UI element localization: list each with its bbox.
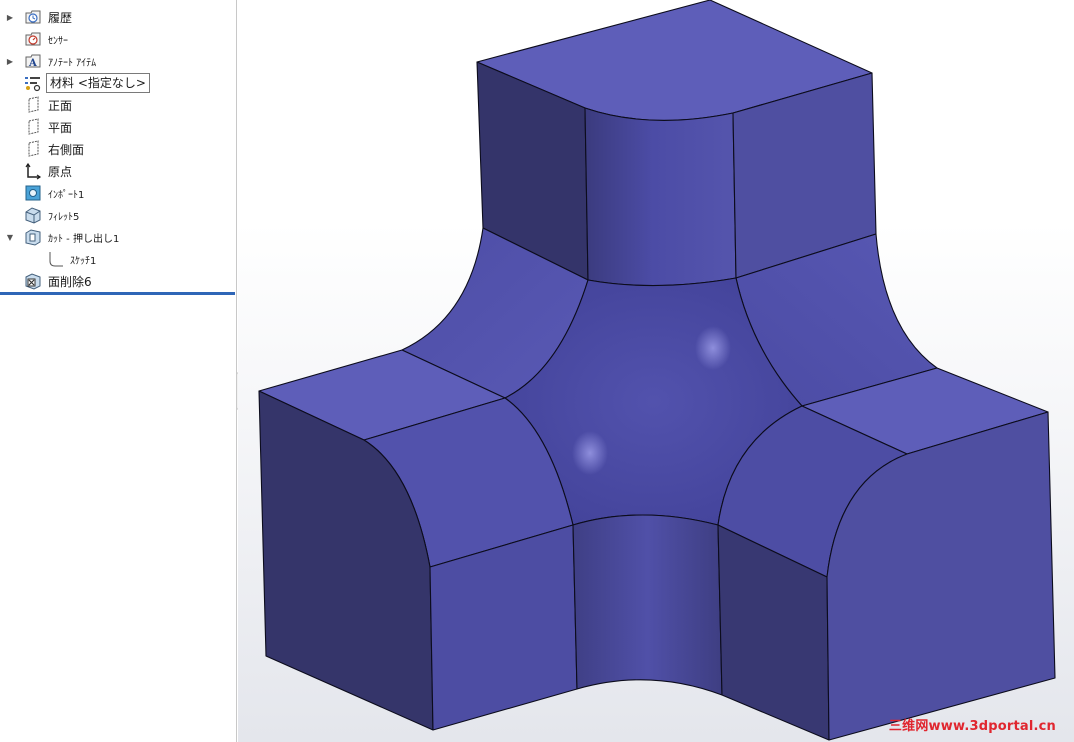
specular-highlight (572, 431, 608, 475)
tree-item-front-plane[interactable]: 正面 (0, 94, 237, 116)
tree-item-fillet5[interactable]: ﾌｨﾚｯﾄ5 (0, 204, 237, 226)
tree-item-cut-extrude1[interactable]: ▼ ｶｯﾄ - 押し出し1 (0, 226, 237, 248)
tree-item-delete-face6[interactable]: 面削除6 (0, 270, 237, 292)
part-model[interactable] (238, 0, 1074, 742)
tree-item-label: ｾﾝｻｰ (48, 35, 68, 47)
graphics-viewport[interactable]: 三维网www.3dportal.cn (238, 0, 1074, 742)
tree-item-top-plane[interactable]: 平面 (0, 116, 237, 138)
tree-item-label: ｶｯﾄ - 押し出し1 (48, 233, 120, 245)
tree-item-label: 右側面 (48, 142, 85, 157)
tree-item-label: ﾌｨﾚｯﾄ5 (48, 211, 80, 223)
tree-item-label: 材料 <指定なし> (46, 73, 150, 93)
annotation-icon: A (24, 52, 42, 70)
tree-item-label: 正面 (48, 98, 73, 113)
watermark-text: 三维网www.3dportal.cn (888, 719, 1056, 734)
sketch-icon (47, 250, 65, 268)
tree-item-sensors[interactable]: ｾﾝｻｰ (0, 28, 237, 50)
tree-item-right-plane[interactable]: 右側面 (0, 138, 237, 160)
rollback-bar[interactable] (0, 292, 235, 295)
tree-item-label: ｱﾉﾃｰﾄ ｱｲﾃﾑ (48, 57, 97, 69)
tree-item-history[interactable]: ▶ 履歴 (0, 6, 237, 28)
material-icon (24, 74, 42, 92)
tree-item-label: 平面 (48, 120, 73, 135)
feature-manager-tree: ▶ 履歴 ｾﾝｻｰ ▶ A ｱﾉﾃｰﾄ ｱｲﾃﾑ 材料 <指定なし> 正面 平面… (0, 0, 237, 742)
imported-body-icon (24, 184, 42, 202)
plane-icon (24, 96, 42, 114)
plane-icon (24, 140, 42, 158)
fillet-icon (24, 206, 42, 224)
tree-item-sketch1[interactable]: ｽｹｯﾁ1 (0, 248, 237, 270)
tree-item-label: ｽｹｯﾁ1 (70, 255, 97, 267)
tree-item-label: 原点 (48, 164, 73, 179)
expand-arrow-icon[interactable]: ▶ (5, 6, 15, 28)
tree-item-import1[interactable]: ｲﾝﾎﾟｰﾄ1 (0, 182, 237, 204)
collapse-arrow-icon[interactable]: ▼ (5, 226, 15, 248)
origin-icon (24, 162, 42, 180)
cut-extrude-icon (24, 228, 42, 246)
tree-item-material[interactable]: 材料 <指定なし> (0, 72, 237, 94)
delete-face-icon (24, 272, 42, 290)
plane-icon (24, 118, 42, 136)
specular-highlight (695, 326, 731, 370)
upper-front-curved-face (584, 107, 737, 287)
tree-item-annotations[interactable]: ▶ A ｱﾉﾃｰﾄ ｱｲﾃﾑ (0, 50, 237, 72)
sensor-icon (24, 30, 42, 48)
history-icon (24, 8, 42, 26)
tree-item-label: 面削除6 (48, 274, 92, 289)
tree-item-origin[interactable]: 原点 (0, 160, 237, 182)
svg-text:A: A (28, 58, 37, 69)
bottom-arch-face (572, 514, 723, 696)
tree-item-label: ｲﾝﾎﾟｰﾄ1 (48, 189, 85, 201)
expand-arrow-icon[interactable]: ▶ (5, 50, 15, 72)
tree-item-label: 履歴 (48, 10, 73, 25)
